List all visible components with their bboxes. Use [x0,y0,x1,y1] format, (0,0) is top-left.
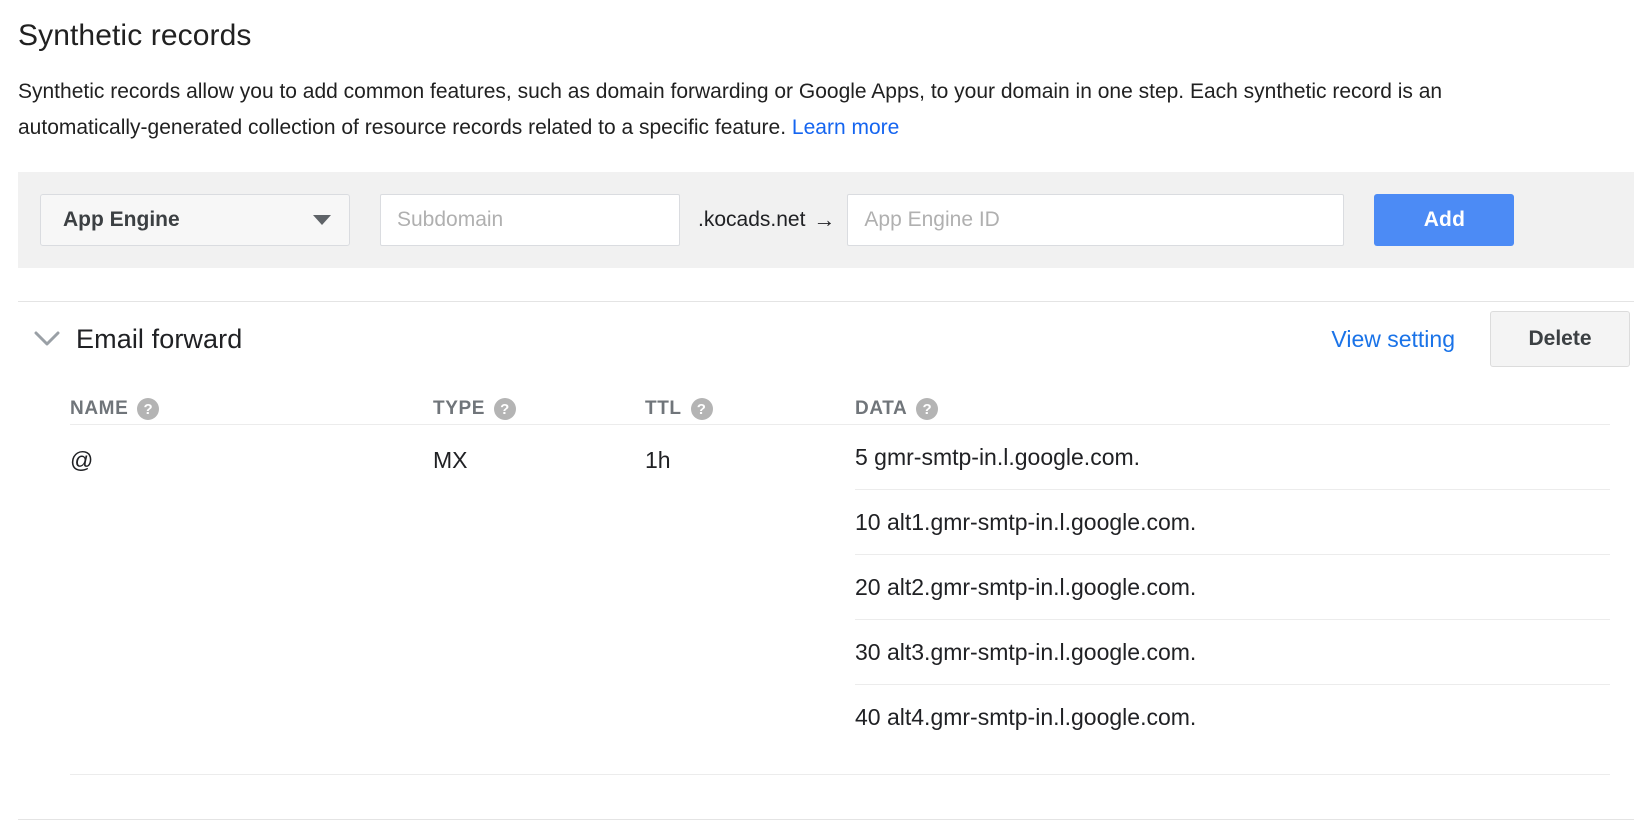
records-table: NAME ? TYPE ? TTL ? DATA ? [70,376,1610,424]
record-group-actions: View setting Delete [1331,311,1630,367]
table-bottom-divider [70,774,1610,775]
cell-data-list: 5 gmr-smtp-in.l.google.com. 10 alt1.gmr-… [855,425,1610,749]
delete-button[interactable]: Delete [1490,311,1630,367]
cell-name: @ [70,447,94,473]
column-header-ttl-label: TTL [645,398,682,419]
add-button[interactable]: Add [1374,194,1515,246]
data-record-line: 10 alt1.gmr-smtp-in.l.google.com. [855,489,1610,554]
learn-more-link[interactable]: Learn more [792,116,899,139]
data-record-line: 5 gmr-smtp-in.l.google.com. [855,443,1141,470]
app-engine-id-input[interactable] [847,194,1345,246]
group-bottom-divider [18,819,1634,820]
column-header-data-label: DATA [855,398,908,419]
data-record-line: 30 alt3.gmr-smtp-in.l.google.com. [855,619,1610,684]
record-group-header: Email forward View setting Delete [18,302,1634,376]
data-record-line: 40 alt4.gmr-smtp-in.l.google.com. [855,684,1610,749]
column-header-ttl: TTL ? [645,398,855,420]
chevron-down-icon[interactable] [30,322,64,356]
section-description-text: Synthetic records allow you to add commo… [18,80,1443,139]
column-header-data: DATA ? [855,398,1610,420]
column-header-name: NAME ? [70,398,433,420]
column-header-type: TYPE ? [433,398,645,420]
table-header-row: NAME ? TYPE ? TTL ? DATA ? [70,376,1610,424]
record-group-title: Email forward [76,323,243,354]
help-circle-icon[interactable]: ? [494,398,517,420]
add-record-bar: App Engine .kocads.net → Add [18,172,1634,268]
help-circle-icon[interactable]: ? [916,398,939,420]
table-row: @ MX 1h 5 gmr-smtp-in.l.google.com. 10 a… [70,425,1610,749]
synthetic-records-page: Synthetic records Synthetic records allo… [0,0,1652,832]
subdomain-input[interactable] [380,194,680,246]
help-circle-icon[interactable]: ? [690,398,713,420]
arrow-right-icon: → [813,207,836,232]
column-header-type-label: TYPE [433,398,486,419]
page-title: Synthetic records [18,19,252,52]
record-type-select[interactable]: App Engine [40,194,350,246]
cell-ttl: 1h [645,447,671,473]
view-setting-link[interactable]: View setting [1331,326,1455,353]
section-description: Synthetic records allow you to add commo… [18,54,1563,146]
record-type-select-value: App Engine [63,208,180,231]
column-header-name-label: NAME [70,398,129,419]
records-table-body: @ MX 1h 5 gmr-smtp-in.l.google.com. 10 a… [70,425,1610,749]
data-record-line: 20 alt2.gmr-smtp-in.l.google.com. [855,554,1610,619]
domain-suffix-label: .kocads.net [698,208,806,231]
chevron-down-icon [313,215,331,225]
help-circle-icon[interactable]: ? [137,398,160,420]
cell-type: MX [433,447,468,473]
